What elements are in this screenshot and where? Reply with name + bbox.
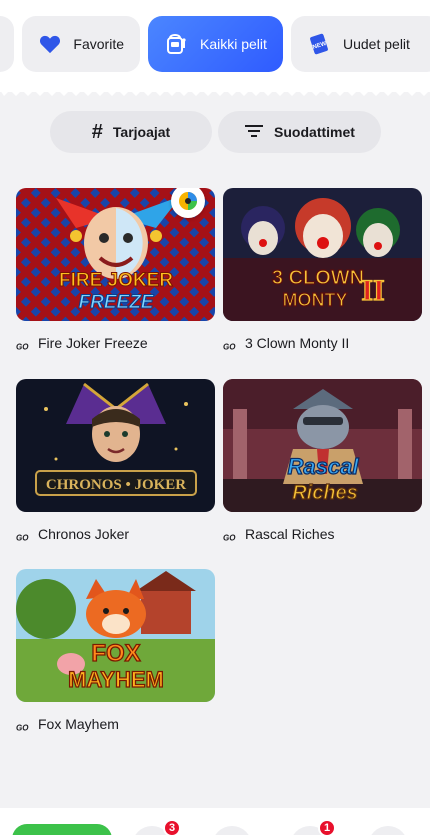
game-title[interactable]: 3 Clown Monty II — [245, 335, 349, 351]
notification-badge: 3 — [163, 819, 181, 835]
game-thumbnail[interactable]: CHRONOS • JOKER — [16, 379, 215, 512]
svg-text:GO: GO — [223, 343, 236, 352]
hash-icon: # — [91, 120, 103, 143]
game-thumbnail[interactable]: FIRE JOKER FREEZE — [16, 188, 215, 321]
game-thumbnail[interactable]: 3 CLOWN MONTY II — [223, 188, 422, 321]
game-thumbnail[interactable]: Rascal Riches — [223, 379, 422, 512]
game-thumbnail[interactable]: FOX MAYHEM — [16, 569, 215, 702]
category-label: Uudet pelit — [343, 36, 410, 52]
game-card-3-clown-monty-ii[interactable]: 3 CLOWN MONTY II GO 3 Clown Monty II — [223, 188, 422, 352]
filter-lines-icon — [244, 123, 264, 142]
category-label: Kaikki pelit — [200, 36, 267, 52]
game-card-rascal-riches[interactable]: Rascal Riches GO Rascal Riches — [223, 379, 422, 543]
filters-label: Suodattimet — [274, 124, 355, 140]
svg-text:GO: GO — [223, 534, 236, 543]
game-card-fox-mayhem[interactable]: FOX MAYHEM GO Fox Mayhem — [16, 569, 215, 733]
category-tab-partial[interactable] — [0, 16, 14, 72]
provider-logo-icon: GO — [223, 529, 237, 543]
providers-label: Tarjoajat — [112, 124, 171, 140]
filters-button[interactable]: Suodattimet — [218, 111, 381, 153]
notification-badge: 1 — [318, 819, 336, 835]
art-numeral: II — [361, 274, 384, 307]
art-title: 3 CLOWN — [272, 267, 364, 289]
art-subtitle: FREEZE — [79, 292, 155, 313]
game-title[interactable]: Fire Joker Freeze — [38, 335, 148, 351]
svg-text:GO: GO — [16, 724, 29, 733]
zigzag-divider — [0, 86, 430, 96]
provider-logo-icon: GO — [16, 338, 30, 352]
art-subtitle: Riches — [292, 482, 358, 504]
game-card-fire-joker-freeze[interactable]: FIRE JOKER FREEZE GO Fire Joker Freeze — [16, 188, 215, 352]
deposit-button[interactable] — [12, 824, 112, 835]
category-tab-favorite[interactable]: Favorite — [22, 16, 140, 72]
art-title: FIRE JOKER — [59, 270, 173, 291]
art-subtitle: MAYHEM — [68, 667, 164, 692]
svg-text:GO: GO — [16, 534, 29, 543]
art-title: CHRONOS • JOKER — [46, 477, 186, 493]
game-title[interactable]: Fox Mayhem — [38, 716, 119, 732]
game-title[interactable]: Rascal Riches — [245, 526, 334, 542]
providers-button[interactable]: # Tarjoajat — [50, 111, 212, 153]
slot-machine-icon — [164, 32, 188, 56]
heart-icon — [38, 32, 61, 56]
game-title[interactable]: Chronos Joker — [38, 526, 129, 542]
provider-logo-icon: GO — [16, 719, 30, 733]
art-title: Rascal — [288, 454, 360, 479]
game-card-chronos-joker[interactable]: CHRONOS • JOKER GO Chronos Joker — [16, 379, 215, 543]
category-label: Favorite — [73, 36, 124, 52]
art-subtitle: MONTY — [283, 290, 348, 310]
svg-text:GO: GO — [16, 343, 29, 352]
category-tab-all-games[interactable]: Kaikki pelit — [148, 16, 283, 72]
provider-logo-icon: GO — [16, 529, 30, 543]
art-title: FOX — [91, 640, 140, 667]
provider-logo-icon: GO — [223, 338, 237, 352]
category-tab-new-games[interactable]: NEW Uudet pelit — [291, 16, 430, 72]
new-card-icon: NEW — [307, 32, 331, 56]
